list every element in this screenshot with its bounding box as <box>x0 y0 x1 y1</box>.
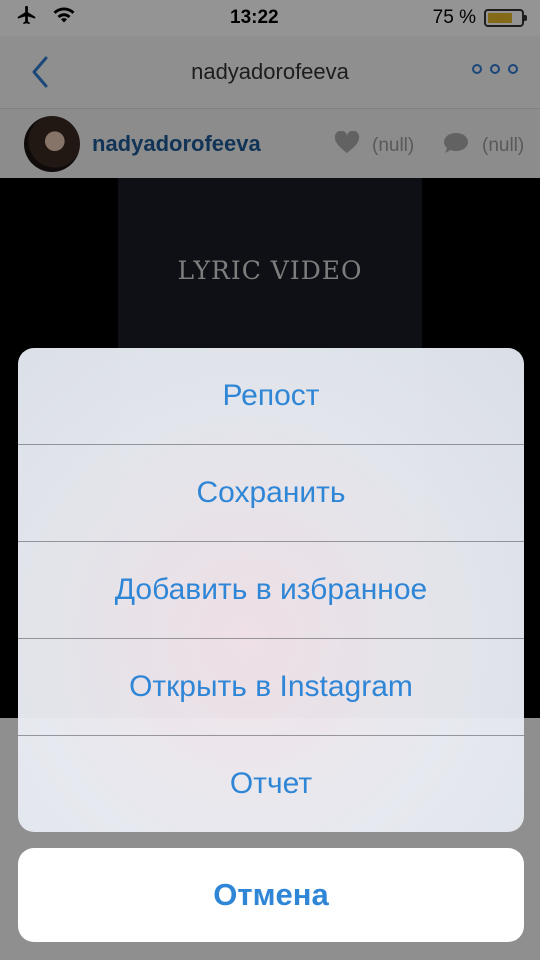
save-button[interactable]: Сохранить <box>18 445 524 542</box>
add-to-favorites-button[interactable]: Добавить в избранное <box>18 542 524 639</box>
open-in-instagram-button[interactable]: Открыть в Instagram <box>18 639 524 736</box>
action-sheet: Репост Сохранить Добавить в избранное От… <box>18 348 524 832</box>
report-button[interactable]: Отчет <box>18 736 524 832</box>
cancel-button[interactable]: Отмена <box>18 848 524 942</box>
repost-button[interactable]: Репост <box>18 348 524 445</box>
